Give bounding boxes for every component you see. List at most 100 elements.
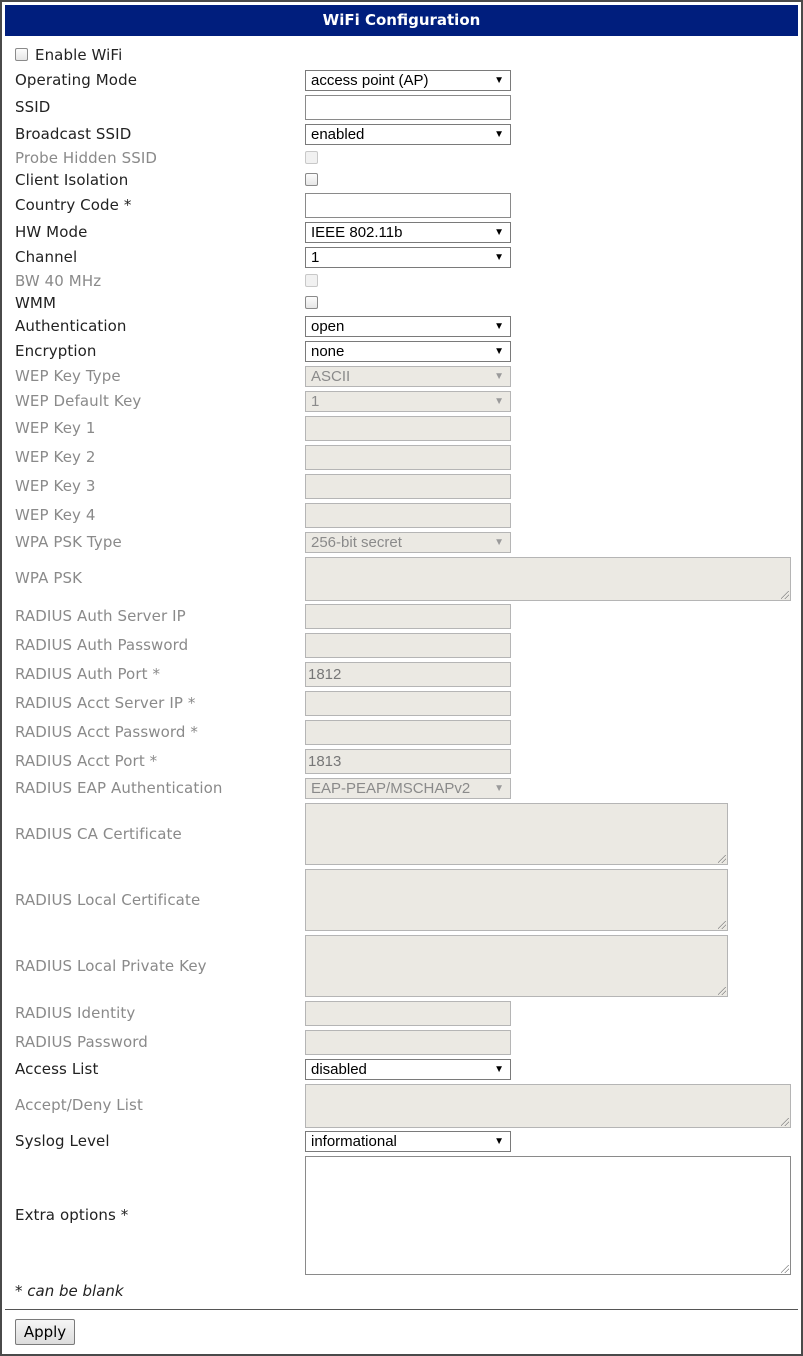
encryption-select[interactable]: none ▼	[305, 341, 511, 362]
encryption-label: Encryption	[15, 342, 97, 360]
radius-ca-cert-textarea[interactable]	[305, 803, 728, 865]
broadcast-ssid-value: enabled	[311, 126, 365, 143]
client-isolation-label: Client Isolation	[15, 171, 129, 189]
wpa-psk-type-value: 256-bit secret	[311, 534, 402, 551]
syslog-level-label: Syslog Level	[15, 1132, 110, 1150]
enable-wifi-checkbox[interactable]	[15, 48, 28, 61]
resize-grip-icon[interactable]	[718, 855, 726, 863]
radius-local-cert-label: RADIUS Local Certificate	[15, 891, 201, 909]
dropdown-arrow-icon: ▼	[494, 537, 504, 548]
radius-local-key-label: RADIUS Local Private Key	[15, 957, 207, 975]
radius-eap-auth-label: RADIUS EAP Authentication	[15, 779, 223, 797]
wpa-psk-label: WPA PSK	[15, 569, 83, 587]
authentication-label: Authentication	[15, 317, 127, 335]
extra-options-label: Extra options *	[15, 1206, 129, 1224]
apply-button[interactable]: Apply	[15, 1319, 75, 1345]
dropdown-arrow-icon: ▼	[494, 75, 504, 86]
dropdown-arrow-icon: ▼	[494, 1064, 504, 1075]
wep-default-key-label: WEP Default Key	[15, 392, 142, 410]
syslog-level-select[interactable]: informational ▼	[305, 1131, 511, 1152]
radius-local-key-textarea[interactable]	[305, 935, 728, 997]
accept-deny-list-textarea[interactable]	[305, 1084, 791, 1128]
dropdown-arrow-icon: ▼	[494, 783, 504, 794]
radius-acct-port-label: RADIUS Acct Port *	[15, 752, 158, 770]
client-isolation-checkbox[interactable]	[305, 173, 318, 186]
bw40-label: BW 40 MHz	[15, 272, 102, 290]
channel-value: 1	[311, 249, 320, 266]
wep-key-2-input[interactable]	[305, 445, 511, 470]
radius-ca-cert-label: RADIUS CA Certificate	[15, 825, 182, 843]
wmm-label: WMM	[15, 294, 57, 312]
extra-options-textarea[interactable]	[305, 1156, 791, 1275]
wpa-psk-type-select[interactable]: 256-bit secret ▼	[305, 532, 511, 553]
radius-auth-server-ip-label: RADIUS Auth Server IP	[15, 607, 186, 625]
radius-auth-port-value: 1812	[308, 666, 342, 683]
operating-mode-select[interactable]: access point (AP) ▼	[305, 70, 511, 91]
wep-key-1-input[interactable]	[305, 416, 511, 441]
panel-title: WiFi Configuration	[5, 5, 798, 36]
radius-password-label: RADIUS Password	[15, 1033, 148, 1051]
resize-grip-icon[interactable]	[781, 591, 789, 599]
wep-key-1-label: WEP Key 1	[15, 419, 96, 437]
radius-acct-port-input[interactable]: 1813	[305, 749, 511, 774]
resize-grip-icon[interactable]	[781, 1265, 789, 1273]
hw-mode-value: IEEE 802.11b	[311, 224, 403, 241]
wep-key-type-select[interactable]: ASCII ▼	[305, 366, 511, 387]
radius-auth-password-label: RADIUS Auth Password	[15, 636, 189, 654]
radius-auth-port-input[interactable]: 1812	[305, 662, 511, 687]
dropdown-arrow-icon: ▼	[494, 346, 504, 357]
wep-key-type-value: ASCII	[311, 368, 351, 385]
channel-select[interactable]: 1 ▼	[305, 247, 511, 268]
blank-footnote: * can be blank	[15, 1282, 124, 1300]
accept-deny-list-label: Accept/Deny List	[15, 1096, 143, 1114]
authentication-value: open	[311, 318, 345, 335]
dropdown-arrow-icon: ▼	[494, 396, 504, 407]
wpa-psk-type-label: WPA PSK Type	[15, 533, 122, 551]
hw-mode-label: HW Mode	[15, 223, 88, 241]
enable-wifi-label: Enable WiFi	[35, 46, 123, 64]
access-list-value: disabled	[311, 1061, 367, 1078]
dropdown-arrow-icon: ▼	[494, 1136, 504, 1147]
wifi-config-panel: WiFi Configuration Enable WiFi Operating…	[0, 0, 803, 1356]
country-code-label: Country Code *	[15, 196, 132, 214]
wmm-checkbox[interactable]	[305, 296, 318, 309]
wep-key-4-label: WEP Key 4	[15, 506, 96, 524]
wep-key-3-label: WEP Key 3	[15, 477, 96, 495]
radius-identity-input[interactable]	[305, 1001, 511, 1026]
country-code-input[interactable]	[305, 193, 511, 218]
wep-default-key-select[interactable]: 1 ▼	[305, 391, 511, 412]
wep-key-4-input[interactable]	[305, 503, 511, 528]
wpa-psk-textarea[interactable]	[305, 557, 791, 601]
radius-eap-auth-value: EAP-PEAP/MSCHAPv2	[311, 780, 471, 797]
resize-grip-icon[interactable]	[781, 1118, 789, 1126]
dropdown-arrow-icon: ▼	[494, 227, 504, 238]
resize-grip-icon[interactable]	[718, 987, 726, 995]
radius-acct-password-input[interactable]	[305, 720, 511, 745]
dropdown-arrow-icon: ▼	[494, 252, 504, 263]
radius-acct-password-label: RADIUS Acct Password *	[15, 723, 198, 741]
broadcast-ssid-label: Broadcast SSID	[15, 125, 132, 143]
probe-hidden-ssid-checkbox[interactable]	[305, 151, 318, 164]
radius-eap-auth-select[interactable]: EAP-PEAP/MSCHAPv2 ▼	[305, 778, 511, 799]
radius-auth-port-label: RADIUS Auth Port *	[15, 665, 161, 683]
ssid-input[interactable]	[305, 95, 511, 120]
resize-grip-icon[interactable]	[718, 921, 726, 929]
wep-key-3-input[interactable]	[305, 474, 511, 499]
wep-key-type-label: WEP Key Type	[15, 367, 121, 385]
radius-acct-port-value: 1813	[308, 753, 342, 770]
authentication-select[interactable]: open ▼	[305, 316, 511, 337]
radius-password-input[interactable]	[305, 1030, 511, 1055]
radius-acct-server-ip-label: RADIUS Acct Server IP *	[15, 694, 196, 712]
access-list-select[interactable]: disabled ▼	[305, 1059, 511, 1080]
radius-auth-password-input[interactable]	[305, 633, 511, 658]
bw40-checkbox[interactable]	[305, 274, 318, 287]
dropdown-arrow-icon: ▼	[494, 321, 504, 332]
radius-acct-server-ip-input[interactable]	[305, 691, 511, 716]
probe-hidden-ssid-label: Probe Hidden SSID	[15, 149, 158, 167]
radius-local-cert-textarea[interactable]	[305, 869, 728, 931]
hw-mode-select[interactable]: IEEE 802.11b ▼	[305, 222, 511, 243]
operating-mode-label: Operating Mode	[15, 71, 138, 89]
dropdown-arrow-icon: ▼	[494, 371, 504, 382]
radius-auth-server-ip-input[interactable]	[305, 604, 511, 629]
broadcast-ssid-select[interactable]: enabled ▼	[305, 124, 511, 145]
